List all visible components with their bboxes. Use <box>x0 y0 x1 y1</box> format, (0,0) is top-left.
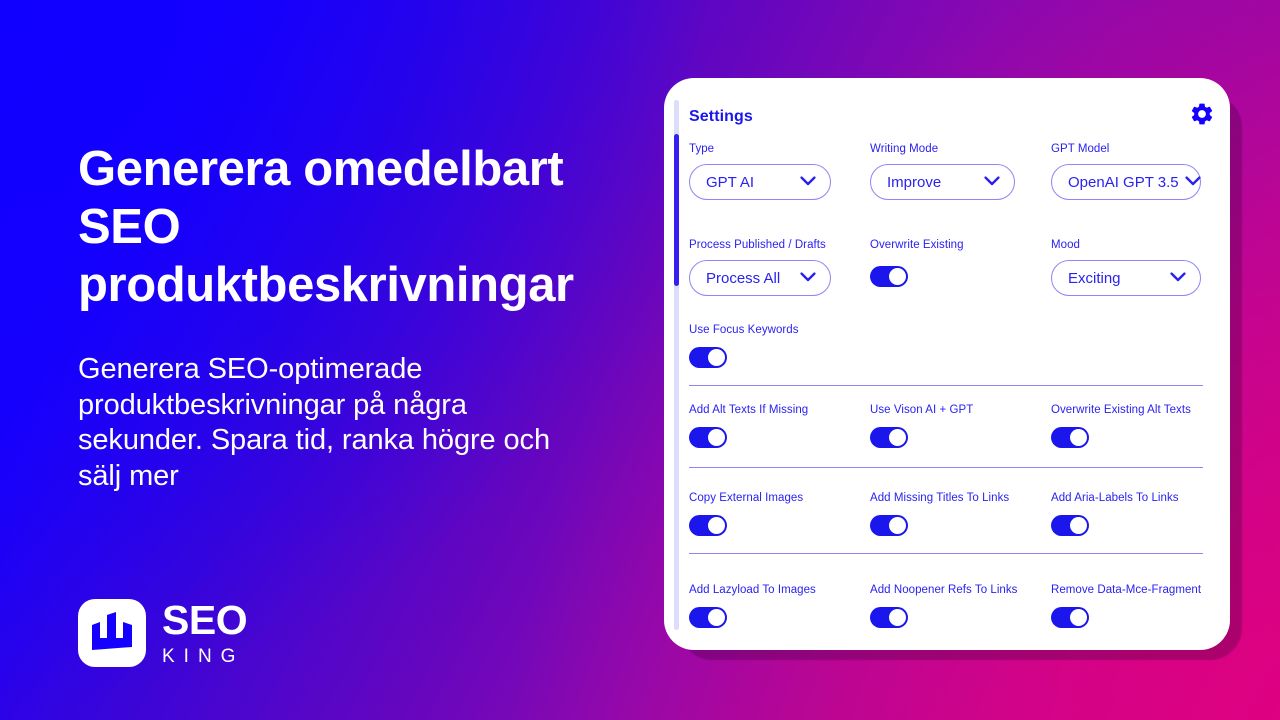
chevron-down-icon <box>1185 173 1201 191</box>
field-add-lazyload-to-images: Add Lazyload To Images <box>689 583 870 628</box>
logo-mark <box>78 599 146 667</box>
field-label: Type <box>689 143 715 155</box>
field-add-missing-titles-to-links: Add Missing Titles To Links <box>870 491 1051 536</box>
divider <box>689 553 1203 555</box>
page-title: Generera omedelbart SEO produktbeskrivni… <box>78 142 574 312</box>
use-vison-ai-gpt-toggle[interactable] <box>870 427 908 448</box>
add-noopener-refs-to-links-toggle[interactable] <box>870 607 908 628</box>
overwrite-existing-alt-texts-toggle[interactable] <box>1051 427 1089 448</box>
field-label: Overwrite Existing Alt Texts <box>1051 404 1191 416</box>
add-missing-titles-to-links-toggle[interactable] <box>870 515 908 536</box>
field-label: Process Published / Drafts <box>689 239 826 251</box>
field-label: Add Lazyload To Images <box>689 584 816 596</box>
field-gpt-model: GPT Model OpenAI GPT 3.5 <box>1051 142 1232 200</box>
chevron-down-icon <box>984 173 1000 191</box>
field-label: Add Noopener Refs To Links <box>870 584 1018 596</box>
field-overwrite-existing-alt-texts: Overwrite Existing Alt Texts <box>1051 403 1232 448</box>
field-label: Writing Mode <box>870 143 939 155</box>
chevron-down-icon <box>800 173 816 191</box>
field-label: Remove Data-Mce-Fragment <box>1051 584 1202 596</box>
field-add-noopener-refs-to-links: Add Noopener Refs To Links <box>870 583 1051 628</box>
toggle-knob <box>708 349 725 366</box>
toggle-knob <box>889 268 906 285</box>
field-add-aria-labels-to-links: Add Aria-Labels To Links <box>1051 491 1232 536</box>
divider <box>689 467 1203 469</box>
field-label: Use Vison AI + GPT <box>870 404 974 416</box>
logo-primary-text: SEO <box>162 597 248 643</box>
gpt-model-select-value: OpenAI GPT 3.5 <box>1068 173 1179 191</box>
toggle-knob <box>1070 429 1087 446</box>
copy-external-images-toggle[interactable] <box>689 515 727 536</box>
brand-logo: SEO KING <box>78 597 248 668</box>
field-copy-external-images: Copy External Images <box>689 491 870 536</box>
divider <box>689 385 1203 387</box>
hero-subheadline: Generera SEO-optimerade produktbeskrivni… <box>78 353 550 492</box>
add-aria-labels-to-links-toggle[interactable] <box>1051 515 1089 536</box>
field-use-vison-ai-gpt: Use Vison AI + GPT <box>870 403 1051 448</box>
field-label: GPT Model <box>1051 143 1110 155</box>
overwrite-existing-toggle[interactable] <box>870 266 908 287</box>
settings-card-content: Settings Type GPT AI Writing Mode Improv… <box>689 78 1219 650</box>
toggle-knob <box>1070 517 1087 534</box>
toggle-knob <box>889 609 906 626</box>
field-use-focus-keywords: Use Focus Keywords <box>689 323 870 368</box>
logo-wordmark: SEO KING <box>162 597 248 668</box>
writing-mode-select-value: Improve <box>887 173 942 191</box>
field-label: Add Missing Titles To Links <box>870 492 1010 504</box>
writing-mode-select[interactable]: Improve <box>870 164 1015 200</box>
settings-row-4: Add Alt Texts If Missing Use Vison AI + … <box>689 403 1203 448</box>
settings-title: Settings <box>689 108 753 125</box>
toggle-knob <box>1070 609 1087 626</box>
type-select[interactable]: GPT AI <box>689 164 831 200</box>
type-select-value: GPT AI <box>706 173 755 191</box>
toggle-knob <box>708 429 725 446</box>
field-add-alt-texts-if-missing: Add Alt Texts If Missing <box>689 403 870 448</box>
field-process-published-drafts: Process Published / Drafts Process All <box>689 238 870 296</box>
settings-scrollbar-thumb[interactable] <box>674 134 679 286</box>
field-label: Add Aria-Labels To Links <box>1051 492 1179 504</box>
promo-banner: Generera omedelbart SEO produktbeskrivni… <box>0 0 1280 720</box>
toggle-knob <box>889 429 906 446</box>
bar-chart-crown-icon <box>90 611 134 656</box>
settings-row-3: Use Focus Keywords <box>689 323 1203 368</box>
remove-data-mce-fragment-toggle[interactable] <box>1051 607 1089 628</box>
field-type: Type GPT AI <box>689 142 870 200</box>
field-overwrite-existing: Overwrite Existing <box>870 238 1051 296</box>
mood-select[interactable]: Exciting <box>1051 260 1201 296</box>
field-label: Mood <box>1051 239 1080 251</box>
chevron-down-icon <box>1170 269 1186 287</box>
process-published-drafts-select-value: Process All <box>706 269 781 287</box>
toggle-knob <box>708 517 725 534</box>
toggle-knob <box>708 609 725 626</box>
settings-row-1: Type GPT AI Writing Mode Improve GPT Mod… <box>689 142 1203 200</box>
settings-row-5: Copy External Images Add Missing Titles … <box>689 491 1203 536</box>
gpt-model-select[interactable]: OpenAI GPT 3.5 <box>1051 164 1201 200</box>
add-lazyload-to-images-toggle[interactable] <box>689 607 727 628</box>
settings-row-6: Add Lazyload To Images Add Noopener Refs… <box>689 583 1203 628</box>
process-published-drafts-select[interactable]: Process All <box>689 260 831 296</box>
use-focus-keywords-toggle[interactable] <box>689 347 727 368</box>
gear-icon[interactable] <box>1189 101 1215 127</box>
mood-select-value: Exciting <box>1068 269 1121 287</box>
toggle-knob <box>889 517 906 534</box>
field-label: Copy External Images <box>689 492 804 504</box>
field-label: Use Focus Keywords <box>689 324 799 336</box>
field-mood: Mood Exciting <box>1051 238 1232 296</box>
chevron-down-icon <box>800 269 816 287</box>
field-label: Overwrite Existing <box>870 239 964 251</box>
field-label: Add Alt Texts If Missing <box>689 404 809 416</box>
field-writing-mode: Writing Mode Improve <box>870 142 1051 200</box>
logo-secondary-text: KING <box>162 646 245 667</box>
field-remove-data-mce-fragment: Remove Data-Mce-Fragment <box>1051 583 1232 628</box>
add-alt-texts-if-missing-toggle[interactable] <box>689 427 727 448</box>
settings-row-2: Process Published / Drafts Process All O… <box>689 238 1203 296</box>
